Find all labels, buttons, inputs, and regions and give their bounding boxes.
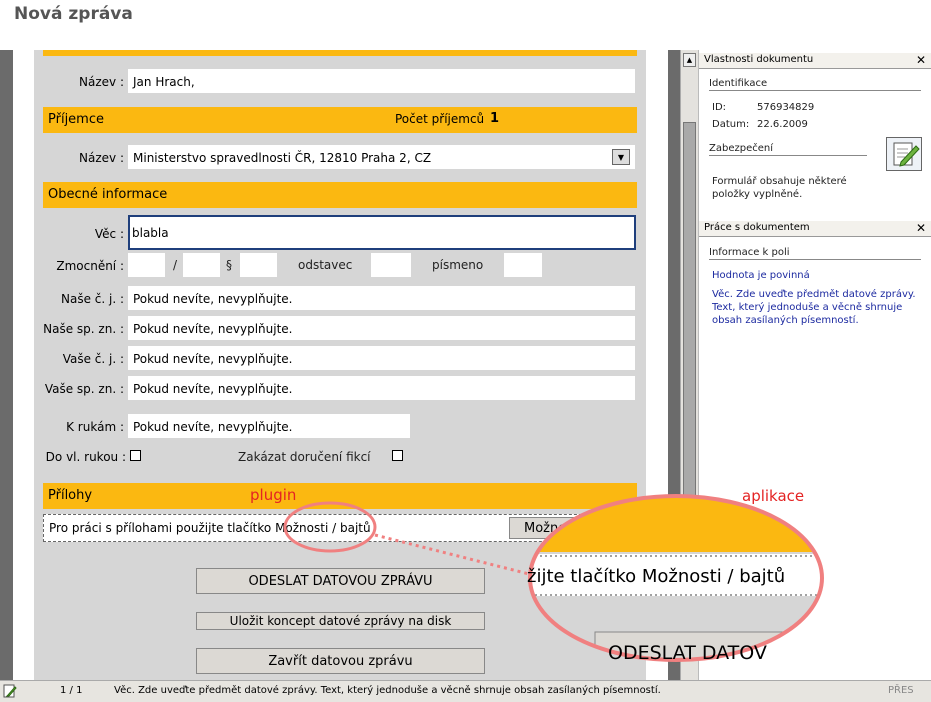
zoom-button-text: ODESLAT DATOV: [608, 642, 767, 660]
zoom-text: žijte tlačítko Možnosti / bajtů: [527, 566, 786, 587]
zoom-callout: [283, 494, 824, 662]
plugin-highlight-ellipse: [283, 501, 377, 553]
callout-connector: [374, 533, 534, 577]
